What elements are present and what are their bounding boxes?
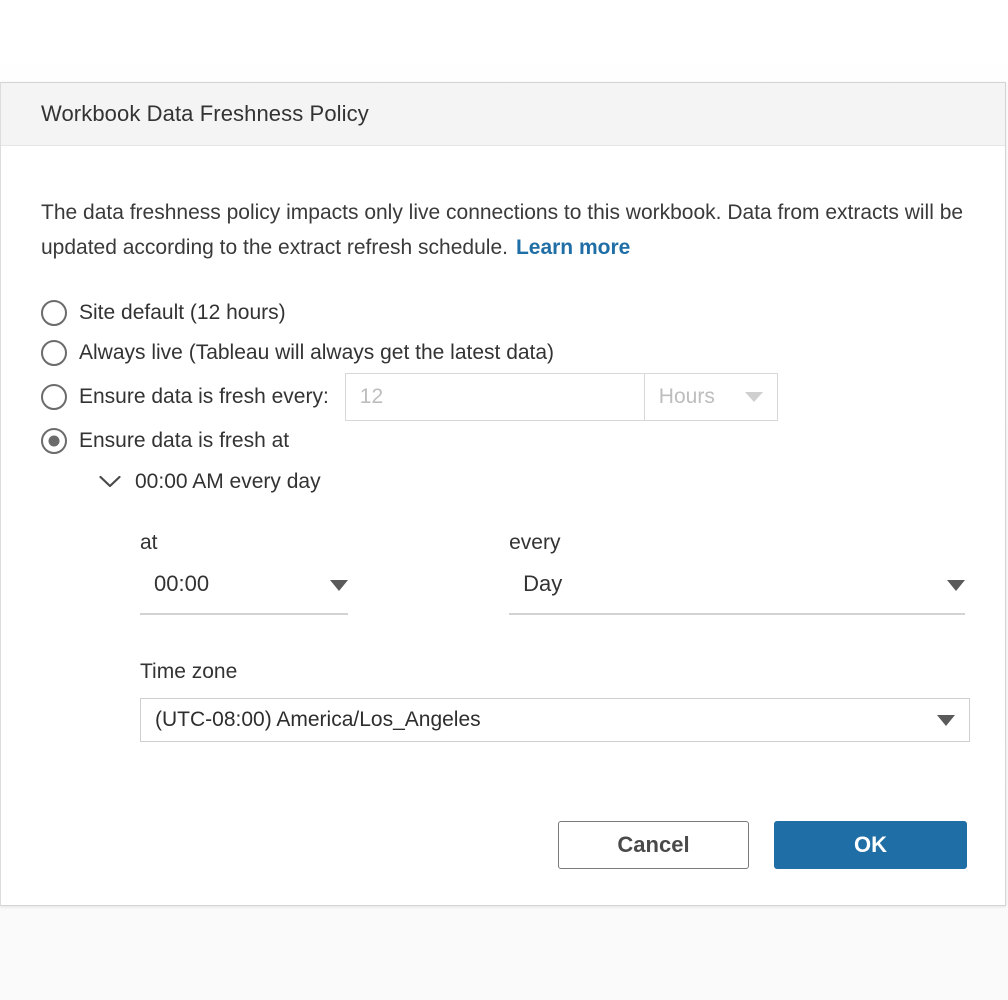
- policy-description: The data freshness policy impacts only l…: [41, 195, 965, 265]
- policy-description-text: The data freshness policy impacts only l…: [41, 201, 963, 259]
- interval-unit-select[interactable]: Hours: [645, 373, 778, 421]
- learn-more-link[interactable]: Learn more: [516, 236, 630, 259]
- option-always-live-label: Always live (Tableau will always get the…: [79, 341, 554, 365]
- at-label: at: [140, 531, 348, 555]
- field-every: every Day: [509, 531, 965, 615]
- schedule-time-row: at 00:00 every Day: [140, 531, 965, 615]
- interval-value-wrapper: [345, 373, 645, 421]
- interval-unit-value: Hours: [659, 385, 715, 409]
- data-freshness-policy-dialog: Workbook Data Freshness Policy The data …: [0, 82, 1006, 906]
- radio-always-live[interactable]: [41, 340, 67, 366]
- chevron-down-icon: [330, 580, 348, 591]
- dialog-title: Workbook Data Freshness Policy: [41, 101, 369, 127]
- cancel-button[interactable]: Cancel: [558, 821, 749, 869]
- every-frequency-value: Day: [509, 571, 562, 597]
- radio-site-default[interactable]: [41, 300, 67, 326]
- timezone-block: Time zone (UTC-08:00) America/Los_Angele…: [140, 660, 965, 742]
- freshness-options-group: Site default (12 hours) Always live (Tab…: [41, 293, 965, 461]
- field-at: at 00:00: [140, 531, 348, 615]
- dialog-body: The data freshness policy impacts only l…: [1, 195, 1005, 742]
- interval-value-input[interactable]: [346, 374, 645, 420]
- option-site-default[interactable]: Site default (12 hours): [41, 293, 965, 333]
- chevron-down-icon: [745, 392, 763, 402]
- at-time-value: 00:00: [140, 571, 209, 597]
- chevron-down-icon: [947, 580, 965, 591]
- dialog-footer: Cancel OK: [1, 785, 1005, 905]
- option-fresh-every[interactable]: Ensure data is fresh every:: [41, 373, 965, 421]
- every-label: every: [509, 531, 965, 555]
- every-frequency-select[interactable]: Day: [509, 571, 965, 615]
- chevron-down-icon: [937, 715, 955, 726]
- schedule-details: at 00:00 every Day Time zone: [140, 531, 965, 742]
- radio-fresh-at[interactable]: [41, 428, 67, 454]
- option-fresh-at-label: Ensure data is fresh at: [79, 429, 289, 453]
- option-fresh-at[interactable]: Ensure data is fresh at: [41, 421, 965, 461]
- ok-button[interactable]: OK: [774, 821, 967, 869]
- timezone-label: Time zone: [140, 660, 965, 684]
- radio-fresh-every[interactable]: [41, 384, 67, 410]
- interval-controls: Hours: [345, 373, 778, 421]
- option-site-default-label: Site default (12 hours): [79, 301, 286, 325]
- timezone-value: (UTC-08:00) America/Los_Angeles: [155, 708, 481, 732]
- schedule-summary-text: 00:00 AM every day: [135, 470, 321, 494]
- option-always-live[interactable]: Always live (Tableau will always get the…: [41, 333, 965, 373]
- option-fresh-every-label: Ensure data is fresh every:: [79, 385, 329, 409]
- dialog-header: Workbook Data Freshness Policy: [1, 83, 1005, 146]
- chevron-down-icon[interactable]: [97, 469, 123, 495]
- timezone-select[interactable]: (UTC-08:00) America/Los_Angeles: [140, 698, 970, 742]
- at-time-select[interactable]: 00:00: [140, 571, 348, 615]
- schedule-summary-row[interactable]: 00:00 AM every day: [97, 469, 965, 495]
